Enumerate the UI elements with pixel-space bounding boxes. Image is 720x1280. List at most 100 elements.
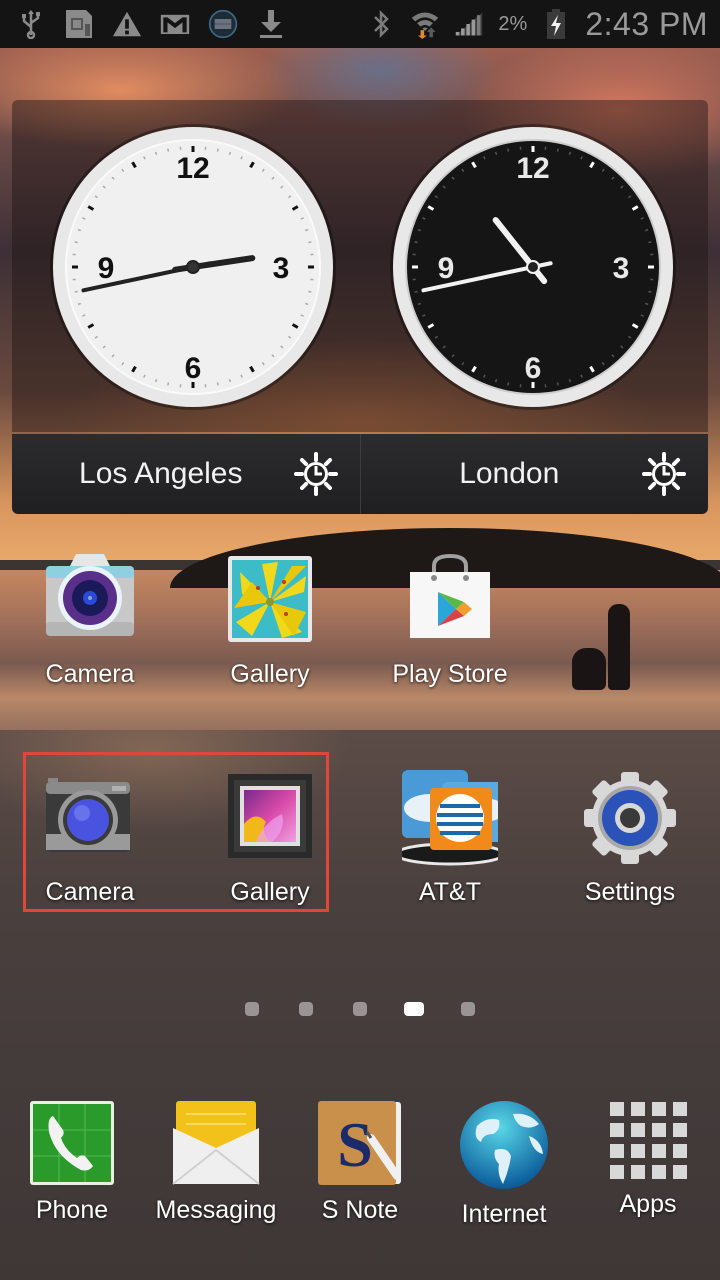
clock-tick — [216, 148, 219, 152]
clock-tick — [74, 241, 78, 244]
city-cell-london[interactable]: London — [359, 434, 709, 514]
status-bar[interactable]: 2% 2:43 PM — [0, 0, 720, 48]
page-dot[interactable] — [245, 1002, 259, 1016]
clock-tick — [648, 290, 652, 293]
clock-tick — [494, 378, 498, 383]
analog-clock-los-angeles[interactable]: 12 3 6 9 — [48, 122, 338, 412]
dst-clock-icon[interactable] — [642, 452, 686, 496]
app-label: Gallery — [230, 660, 310, 688]
apps-grid-icon — [608, 1100, 688, 1180]
clock-tick — [304, 228, 309, 232]
clock-tick — [644, 228, 649, 232]
download-icon — [256, 9, 286, 39]
app-label: Camera — [45, 878, 135, 906]
dock-phone[interactable]: Phone — [0, 1100, 144, 1250]
wifi-icon — [410, 9, 440, 39]
apps-grid-cell — [652, 1144, 666, 1158]
clock-tick — [507, 382, 510, 386]
dock-messaging[interactable]: Messaging — [144, 1100, 288, 1250]
wallpaper-figure — [608, 604, 630, 690]
camera-icon — [42, 770, 138, 866]
clock-tick — [507, 148, 510, 152]
app-label: S Note — [321, 1196, 399, 1224]
battery-percent: 2% — [498, 12, 528, 35]
city-name: London — [459, 457, 560, 490]
app-label: Camera — [45, 660, 135, 688]
clock-numeral: 12 — [516, 152, 549, 185]
bluetooth-icon — [366, 9, 396, 39]
page-dot[interactable] — [299, 1002, 313, 1016]
clock-tick — [556, 148, 559, 152]
clock-center-pin — [186, 260, 200, 274]
warning-icon — [112, 9, 142, 39]
apps-grid-cell — [673, 1165, 687, 1179]
app-camera[interactable]: Camera — [10, 552, 170, 702]
gallery-icon — [222, 770, 318, 866]
app-label: AT&T — [418, 878, 482, 906]
app-play-store[interactable]: Play Store — [370, 552, 530, 702]
clock-tick — [556, 382, 559, 386]
play-store-icon — [402, 552, 498, 648]
clock-numeral: 6 — [525, 352, 542, 385]
app-camera-new[interactable]: Camera — [10, 770, 170, 920]
app-att[interactable]: AT&T — [370, 770, 530, 920]
app-label: Gallery — [230, 878, 310, 906]
app-label: Play Store — [392, 660, 508, 688]
app-label: Phone — [35, 1196, 109, 1224]
city-cell-los-angeles[interactable]: Los Angeles — [12, 434, 360, 514]
svg-text:S: S — [337, 1109, 373, 1180]
att-icon — [394, 770, 508, 866]
apps-grid-cell — [610, 1123, 624, 1137]
apps-grid-cell — [610, 1102, 624, 1116]
clock-tick — [167, 382, 170, 386]
clock-tick — [308, 290, 312, 293]
clock-tick — [494, 151, 498, 156]
usb-icon — [16, 9, 46, 39]
camera-icon — [42, 552, 138, 648]
app-gallery[interactable]: Gallery — [190, 552, 350, 702]
messaging-icon — [172, 1100, 260, 1186]
clock-tick — [644, 302, 649, 306]
app-settings[interactable]: Settings — [550, 770, 710, 920]
clock-tick — [414, 241, 418, 244]
apps-grid-cell — [631, 1123, 645, 1137]
clock-numeral: 9 — [438, 252, 455, 285]
apps-grid-cell — [652, 1102, 666, 1116]
page-indicator[interactable] — [0, 1002, 720, 1016]
city-name: Los Angeles — [79, 457, 243, 490]
clock-numeral: 12 — [176, 152, 209, 185]
city-bar: Los Angeles London — [12, 434, 708, 514]
dual-clock-widget[interactable]: 12 3 6 9 12 3 6 9 Los Angeles London — [12, 100, 708, 514]
dst-clock-icon[interactable] — [293, 452, 338, 496]
dock-internet[interactable]: Internet — [432, 1100, 576, 1250]
clock-tick — [648, 241, 652, 244]
clock-tick — [414, 290, 418, 293]
clock-center-pin — [526, 260, 540, 274]
page-dot-active[interactable] — [404, 1002, 424, 1016]
app-gallery-new[interactable]: Gallery — [190, 770, 350, 920]
clock-tick — [77, 228, 82, 232]
dock-s-note[interactable]: S S Note — [288, 1100, 432, 1250]
clock-tick — [568, 378, 572, 383]
signal-icon — [454, 9, 484, 39]
clock-tick — [77, 302, 82, 306]
clock-tick — [228, 151, 232, 156]
apps-grid-cell — [610, 1144, 624, 1158]
clock-tick — [228, 378, 232, 383]
apps-grid-cell — [631, 1144, 645, 1158]
page-dot[interactable] — [461, 1002, 475, 1016]
globe-icon — [459, 1100, 549, 1190]
clock-tick — [308, 241, 312, 244]
apps-grid-cell — [631, 1165, 645, 1179]
s-note-icon: S — [317, 1100, 403, 1186]
sd-card-icon — [64, 9, 94, 39]
apps-grid-cell — [673, 1144, 687, 1158]
analog-clock-london[interactable]: 12 3 6 9 — [388, 122, 678, 412]
apps-grid-svg — [610, 1102, 687, 1179]
clock-tick — [417, 302, 422, 306]
status-time: 2:43 PM — [585, 5, 708, 42]
dock-apps[interactable]: Apps — [576, 1100, 720, 1250]
page-dot[interactable] — [353, 1002, 367, 1016]
app-label: Internet — [461, 1200, 547, 1228]
clock-tick — [154, 378, 158, 383]
